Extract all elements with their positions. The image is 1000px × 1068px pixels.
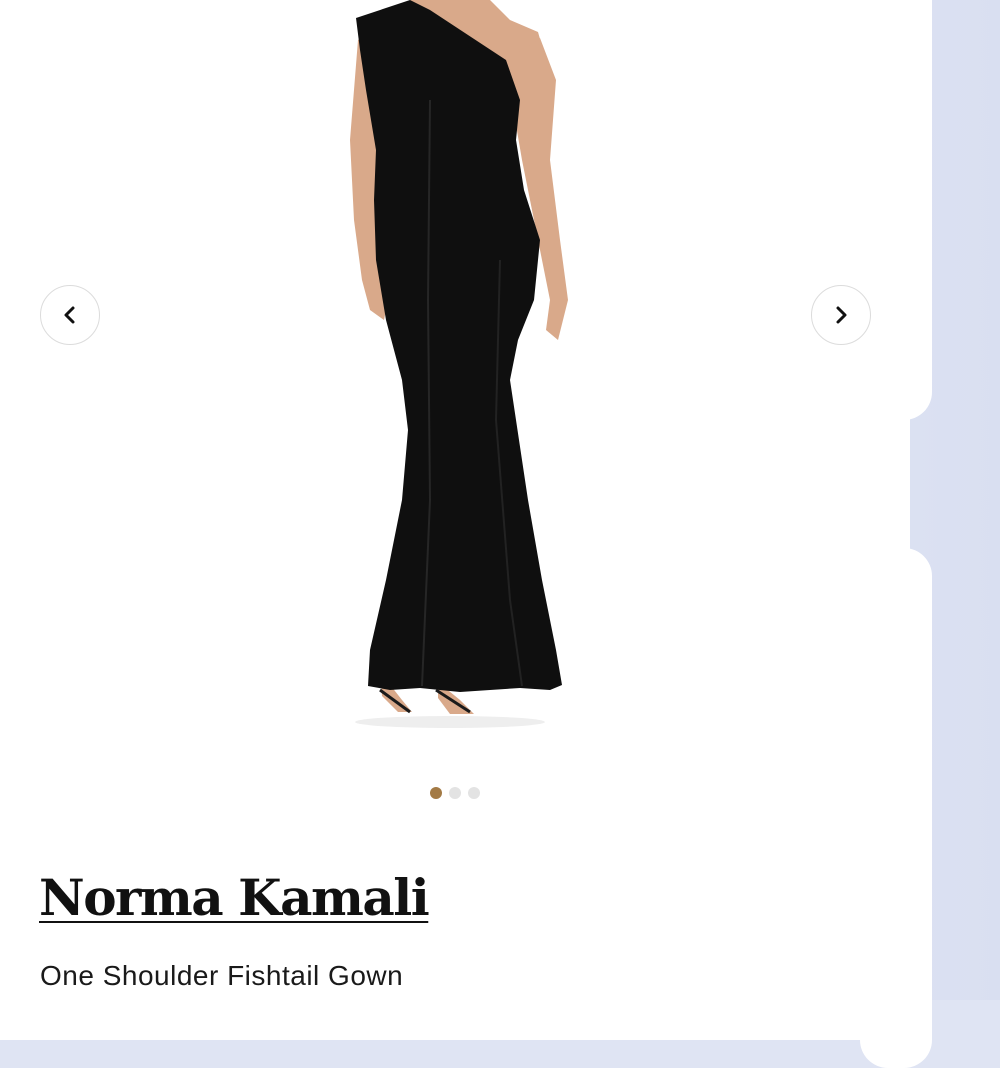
chevron-left-icon (60, 305, 80, 325)
product-title: One Shoulder Fishtail Gown (40, 960, 403, 992)
carousel-dot[interactable] (430, 787, 442, 799)
carousel-prev-button[interactable] (40, 285, 100, 345)
product-image[interactable] (310, 0, 610, 735)
product-card: Norma Kamali One Shoulder Fishtail Gown (0, 0, 910, 1040)
carousel-next-button[interactable] (811, 285, 871, 345)
carousel-dot[interactable] (449, 787, 461, 799)
carousel-dot[interactable] (468, 787, 480, 799)
carousel-indicator (430, 787, 480, 799)
chevron-right-icon (831, 305, 851, 325)
brand-name-link[interactable]: Norma Kamali (39, 870, 428, 925)
